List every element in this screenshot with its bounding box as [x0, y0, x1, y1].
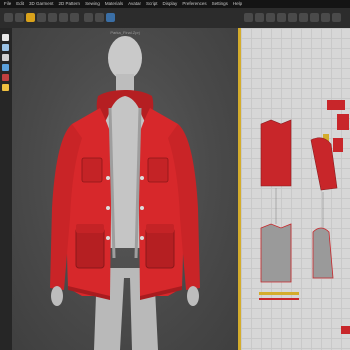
parka-button [106, 176, 110, 180]
texture-tool-icon[interactable] [84, 13, 93, 22]
menu-help[interactable]: Help [233, 0, 242, 8]
select-tool-icon[interactable] [4, 13, 13, 22]
avatar-display-icon[interactable] [2, 54, 9, 61]
segment-sewing-icon[interactable] [277, 13, 286, 22]
parka-button [140, 176, 144, 180]
parka-right-chest-pocket [147, 157, 169, 183]
strain-map-icon[interactable] [2, 74, 9, 81]
rectangle-tool-icon[interactable] [255, 13, 264, 22]
avatar-right-hand [187, 286, 199, 306]
avatar-left-hand [51, 286, 63, 306]
pattern-piece-binding [259, 298, 299, 300]
select-icon[interactable] [2, 34, 9, 41]
tack-tool-icon[interactable] [59, 13, 68, 22]
fold-tool-icon[interactable] [37, 13, 46, 22]
parka-button [106, 236, 110, 240]
pattern-piece-binding [259, 292, 299, 295]
parka-left-pocket-flap [76, 224, 104, 233]
toolbar [0, 8, 350, 29]
pattern-piece-front [260, 119, 292, 187]
menu-avatar[interactable]: Avatar [128, 0, 141, 8]
camera-icon[interactable] [2, 64, 9, 71]
move-tool-icon[interactable] [15, 13, 24, 22]
pattern-piece-corner [341, 326, 350, 334]
avatar-garment-render [50, 36, 200, 350]
simulate-icon[interactable] [26, 13, 35, 22]
left-sidebar [0, 28, 12, 350]
measure-tool-icon[interactable] [70, 13, 79, 22]
menu-settings[interactable]: Settings [212, 0, 228, 8]
parka-button [106, 206, 110, 210]
menu-2d-pattern[interactable]: 2D Pattern [59, 0, 81, 8]
free-sewing-icon[interactable] [288, 13, 297, 22]
menu-sewing[interactable]: Sewing [85, 0, 100, 8]
internal-line-icon[interactable] [299, 13, 308, 22]
pattern-piece-lining [260, 223, 292, 283]
dart-tool-icon[interactable] [310, 13, 319, 22]
pattern-layout [259, 100, 350, 334]
notch-tool-icon[interactable] [332, 13, 341, 22]
avatar-head [108, 36, 142, 80]
menu-3d-garment[interactable]: 3D Garment [29, 0, 54, 8]
menu-edit[interactable]: Edit [16, 0, 24, 8]
pattern-piece-lining-sleeve [312, 227, 334, 279]
ellipse-tool-icon[interactable] [266, 13, 275, 22]
menu-preferences[interactable]: Preferences [182, 0, 206, 8]
parka-button [140, 206, 144, 210]
view-icon[interactable] [2, 44, 9, 51]
graphic-tool-icon[interactable] [95, 13, 104, 22]
parka-left-chest-pocket [81, 157, 103, 183]
parka-right-pocket-flap [146, 224, 174, 233]
viewport-3d-title: Parka_Final.Zprj [110, 30, 140, 35]
menu-file[interactable]: File [4, 0, 11, 8]
viewport-3d[interactable]: Parka_Final.Zprj [12, 28, 238, 350]
pattern-piece-tab [337, 114, 349, 130]
pattern-piece-tab [327, 100, 345, 110]
pattern-piece-tab [333, 138, 343, 152]
menu-bar: File Edit 3D Garment 2D Pattern Sewing M… [0, 0, 350, 8]
trace-tool-icon[interactable] [321, 13, 330, 22]
viewport-2d[interactable] [241, 28, 350, 350]
polygon-tool-icon[interactable] [244, 13, 253, 22]
menu-display[interactable]: Display [163, 0, 178, 8]
pin-tool-icon[interactable] [48, 13, 57, 22]
menu-materials[interactable]: Materials [105, 0, 123, 8]
lighting-icon[interactable] [2, 84, 9, 91]
parka-button [140, 236, 144, 240]
parka-right-pocket [145, 227, 175, 269]
parka-left-pocket [75, 227, 105, 269]
avatar-tool-icon[interactable] [106, 13, 115, 22]
menu-script[interactable]: Script [146, 0, 158, 8]
